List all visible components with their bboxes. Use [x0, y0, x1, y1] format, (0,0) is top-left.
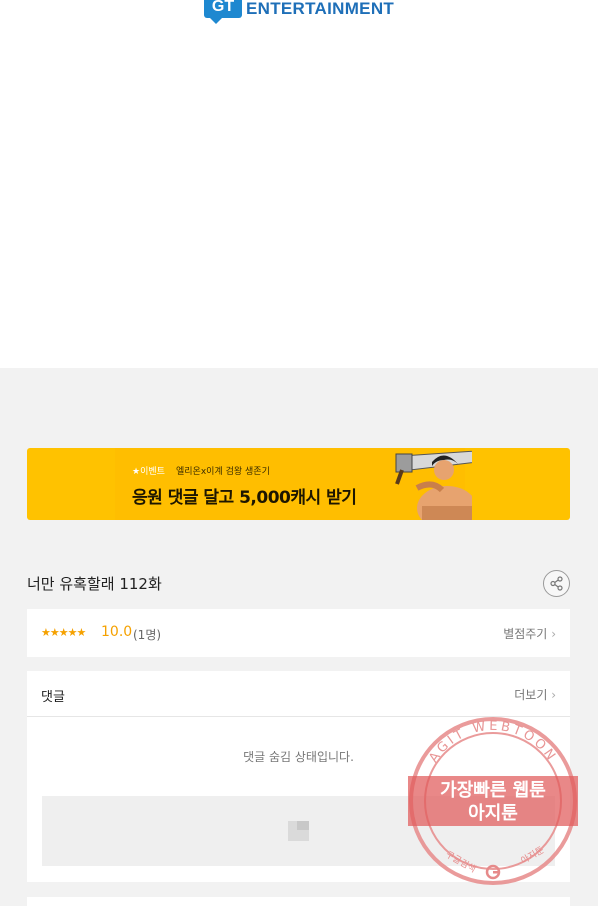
chevron-right-icon: › — [551, 627, 556, 641]
rating-stars: ★★★★★ — [41, 626, 86, 639]
rating-score: 10.0 — [101, 624, 133, 640]
placeholder-image-icon — [288, 821, 309, 841]
more-label: 더보기 — [514, 688, 548, 702]
share-button[interactable] — [543, 570, 570, 597]
event-banner[interactable]: ★이벤트 엘리온x이계 검왕 생존기 응원 댓글 달고 5,000캐시 받기 — [27, 448, 570, 520]
banner-event-tag: ★이벤트 — [132, 467, 165, 477]
rating-panel: ★★★★★ 10.0 (1명) 별점주기 › — [27, 609, 570, 657]
warrior-illustration — [395, 450, 472, 520]
banner-subtitle: 엘리온x이계 검왕 생존기 — [176, 467, 270, 477]
ad-area: GT ENTERTAINMENT — [0, 0, 598, 368]
chevron-right-icon: › — [551, 688, 556, 702]
comments-label: 댓글 — [41, 690, 65, 705]
logo-text: ENTERTAINMENT — [246, 0, 395, 18]
svg-text:AGIT WEBTOON: AGIT WEBTOON — [426, 719, 559, 766]
rate-label: 별점주기 — [503, 627, 548, 641]
watermark-bottom-right: 아지툰 — [519, 845, 546, 867]
more-comments-button[interactable]: 더보기 › — [514, 686, 556, 703]
episode-title: 너만 유혹할래 112화 — [27, 575, 162, 593]
next-panel — [27, 897, 570, 906]
logo-badge: GT — [204, 0, 242, 24]
watermark-line1: 가장빠른 웹툰 — [440, 780, 546, 801]
rate-button[interactable]: 별점주기 › — [503, 625, 556, 642]
watermark-line2: 아지툰 — [468, 803, 518, 824]
banner-title: 응원 댓글 달고 5,000캐시 받기 — [132, 488, 357, 508]
comments-header: 댓글 더보기 › — [27, 671, 570, 717]
rating-count: (1명) — [133, 628, 162, 642]
share-icon — [550, 576, 563, 591]
agit-webtoon-watermark: AGIT WEBTOON 가장빠른 웹툰 아지툰 구글검색 아지툰 — [408, 717, 578, 885]
gt-entertainment-logo[interactable]: GT ENTERTAINMENT — [204, 0, 395, 24]
watermark-ring-text: AGIT WEBTOON — [426, 719, 556, 766]
google-icon — [485, 864, 501, 880]
